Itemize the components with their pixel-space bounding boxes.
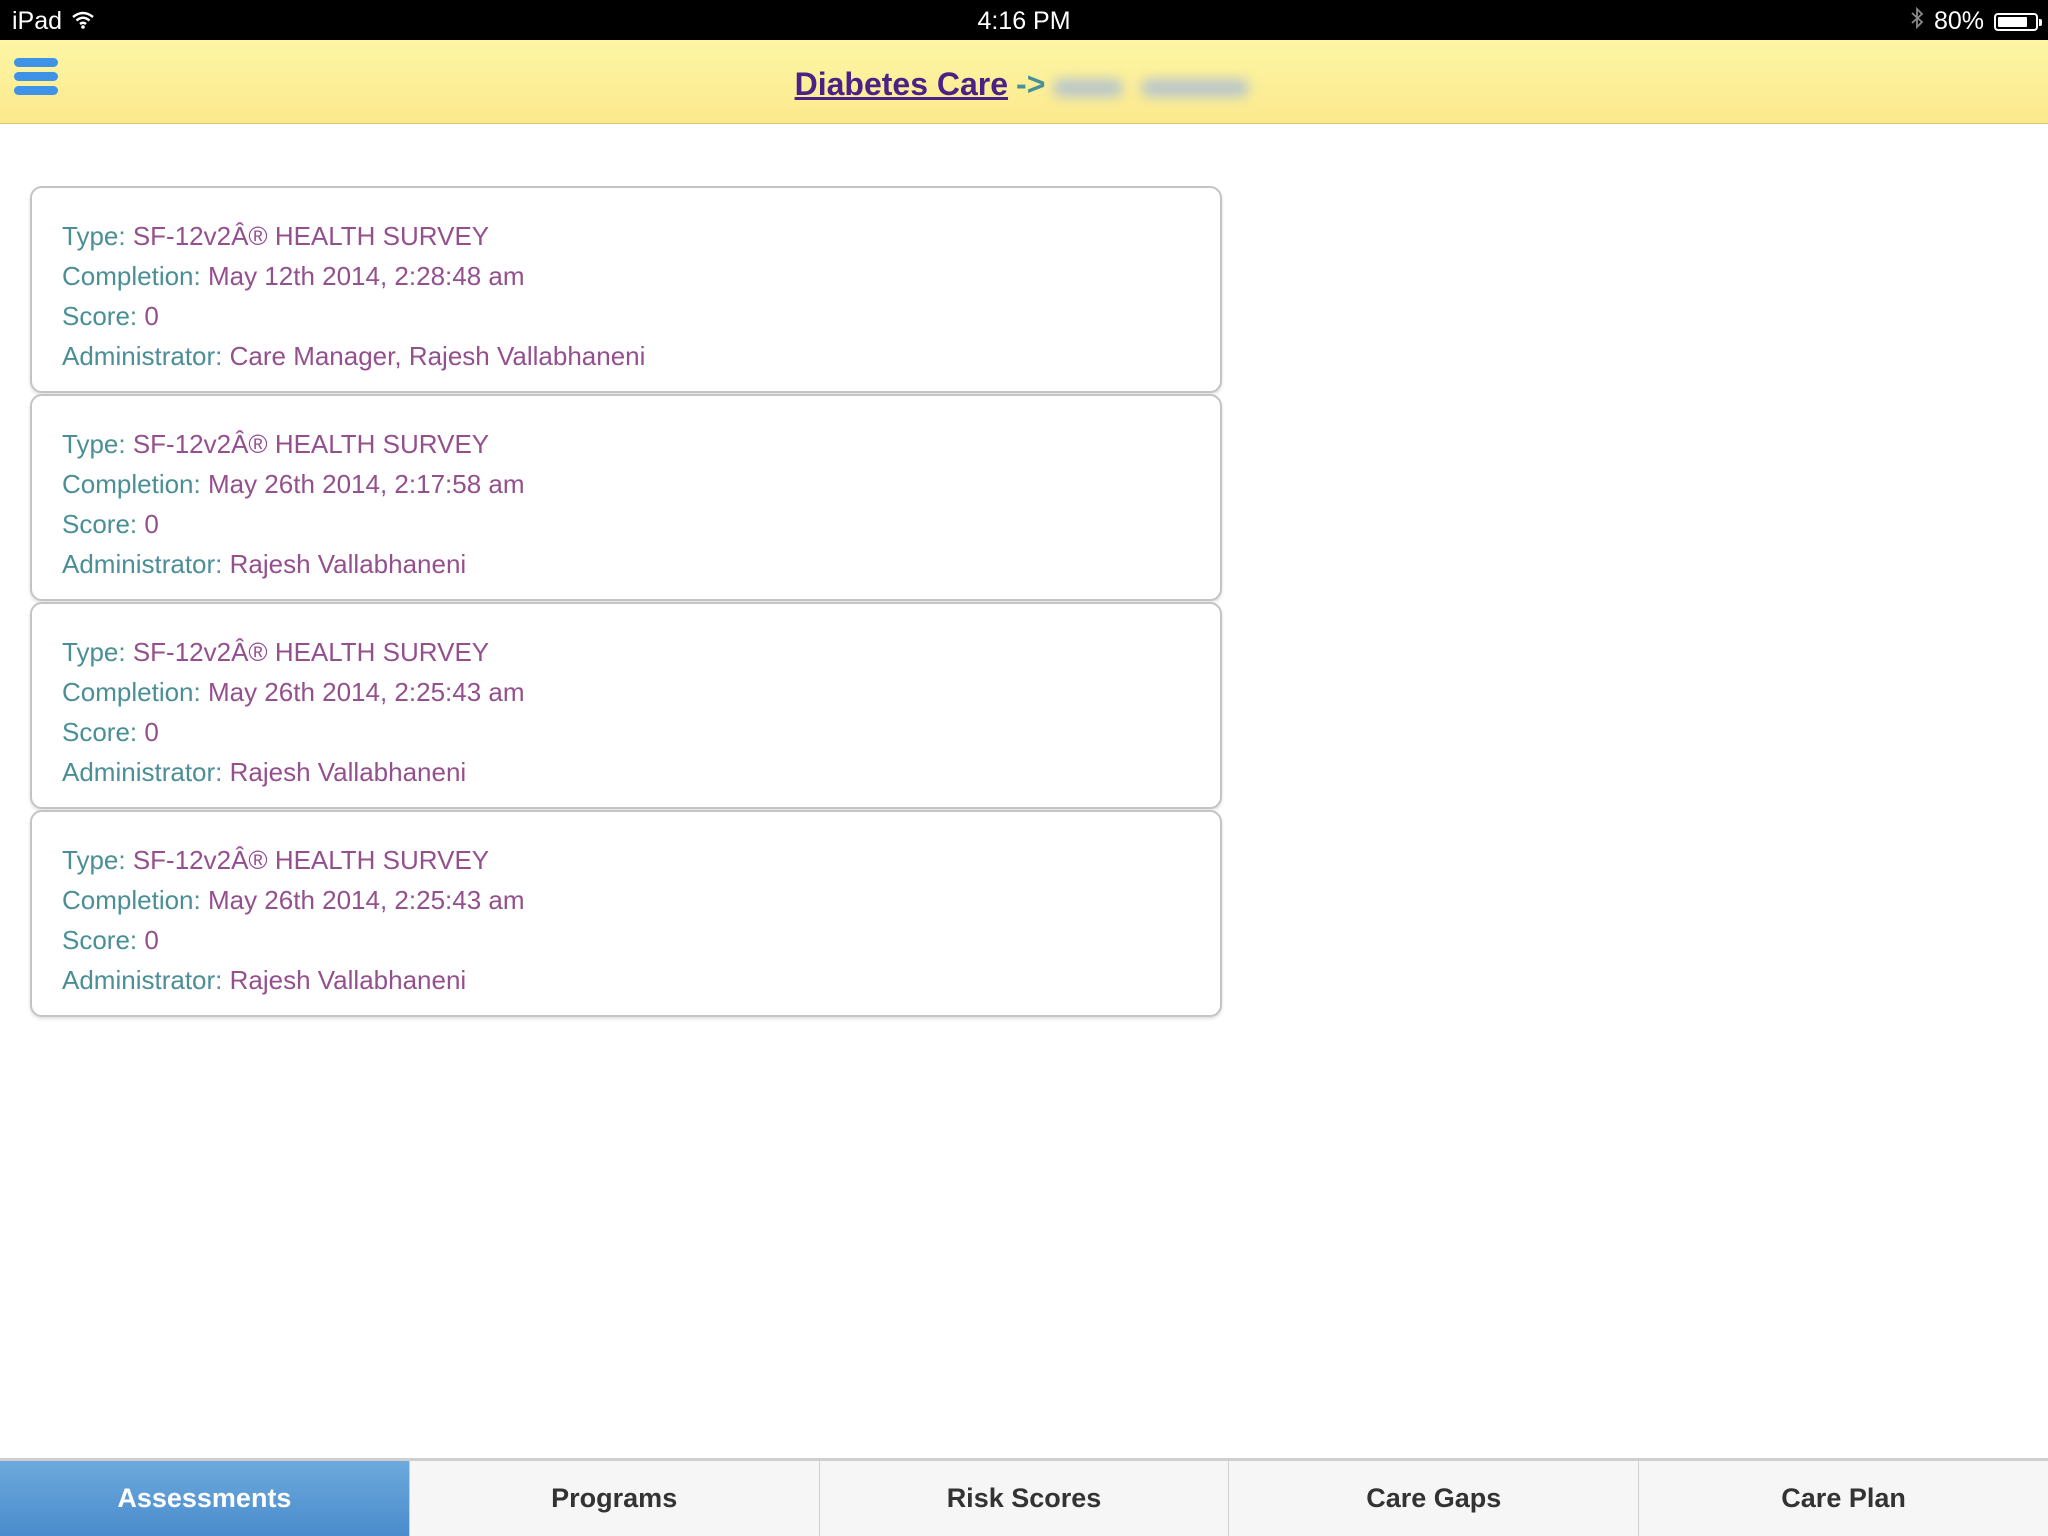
assessment-type: Type: SF-12v2Â® HEALTH SURVEY (62, 840, 1190, 880)
status-time: 4:16 PM (977, 7, 1071, 35)
tab-risk-scores[interactable]: Risk Scores (819, 1461, 1230, 1536)
breadcrumb-program-link[interactable]: Diabetes Care (795, 66, 1008, 102)
type-value: SF-12v2Â® HEALTH SURVEY (132, 845, 490, 875)
battery-percent: 80% (1933, 7, 1984, 35)
tab-care-plan[interactable]: Care Plan (1639, 1461, 2048, 1536)
score-label: Score: (62, 717, 145, 747)
completion-label: Completion: (62, 261, 208, 291)
score-label: Score: (62, 925, 145, 955)
assessment-score: Score: 0 (62, 712, 1190, 752)
type-label: Type: (62, 429, 133, 459)
app-header: Diabetes Care -> (0, 40, 2048, 124)
assessment-card[interactable]: Type: SF-12v2Â® HEALTH SURVEY Completion… (30, 394, 1222, 601)
bottom-tab-bar: Assessments Programs Risk Scores Care Ga… (0, 1458, 2048, 1536)
type-label: Type: (62, 637, 133, 667)
tab-care-gaps[interactable]: Care Gaps (1229, 1461, 1640, 1536)
assessment-score: Score: 0 (62, 920, 1190, 960)
administrator-value: Rajesh Vallabhaneni (229, 549, 467, 579)
breadcrumb-patient-name-redacted (1053, 73, 1253, 101)
battery-icon (1994, 12, 2042, 31)
bluetooth-icon (1910, 6, 1924, 36)
assessment-card[interactable]: Type: SF-12v2Â® HEALTH SURVEY Completion… (30, 186, 1222, 393)
assessment-administrator: Administrator: Care Manager, Rajesh Vall… (62, 336, 1190, 376)
assessment-type: Type: SF-12v2Â® HEALTH SURVEY (62, 216, 1190, 256)
assessment-administrator: Administrator: Rajesh Vallabhaneni (62, 544, 1190, 584)
completion-value: May 26th 2014, 2:25:43 am (207, 677, 525, 707)
assessment-completion: Completion: May 12th 2014, 2:28:48 am (62, 256, 1190, 296)
status-bar: iPad 4:16 PM 80% (0, 0, 2048, 40)
administrator-label: Administrator: (62, 965, 230, 995)
assessment-type: Type: SF-12v2Â® HEALTH SURVEY (62, 424, 1190, 464)
tab-programs[interactable]: Programs (409, 1461, 820, 1536)
completion-label: Completion: (62, 885, 208, 915)
assessment-score: Score: 0 (62, 296, 1190, 336)
assessment-administrator: Administrator: Rajesh Vallabhaneni (62, 960, 1190, 1000)
assessment-completion: Completion: May 26th 2014, 2:25:43 am (62, 880, 1190, 920)
score-value: 0 (144, 925, 159, 955)
type-label: Type: (62, 221, 133, 251)
administrator-value: Rajesh Vallabhaneni (229, 965, 467, 995)
type-label: Type: (62, 845, 133, 875)
type-value: SF-12v2Â® HEALTH SURVEY (132, 221, 490, 251)
assessment-list: Type: SF-12v2Â® HEALTH SURVEY Completion… (30, 186, 1222, 1018)
breadcrumb-arrow: -> (1016, 66, 1046, 102)
assessment-administrator: Administrator: Rajesh Vallabhaneni (62, 752, 1190, 792)
assessment-completion: Completion: May 26th 2014, 2:17:58 am (62, 464, 1190, 504)
score-value: 0 (144, 509, 159, 539)
completion-label: Completion: (62, 677, 208, 707)
completion-value: May 26th 2014, 2:25:43 am (207, 885, 525, 915)
score-value: 0 (144, 717, 159, 747)
assessment-card[interactable]: Type: SF-12v2Â® HEALTH SURVEY Completion… (30, 810, 1222, 1017)
administrator-value: Care Manager, Rajesh Vallabhaneni (229, 341, 646, 371)
tab-assessments[interactable]: Assessments (0, 1461, 410, 1536)
score-value: 0 (144, 301, 159, 331)
battery-tip (2039, 18, 2042, 26)
completion-value: May 12th 2014, 2:28:48 am (207, 261, 525, 291)
breadcrumb: Diabetes Care -> (0, 66, 2048, 103)
assessment-completion: Completion: May 26th 2014, 2:25:43 am (62, 672, 1190, 712)
score-label: Score: (62, 301, 145, 331)
battery-fill (1998, 16, 2027, 27)
status-right: 80% (1910, 6, 2042, 36)
type-value: SF-12v2Â® HEALTH SURVEY (132, 429, 490, 459)
administrator-label: Administrator: (62, 549, 230, 579)
assessment-type: Type: SF-12v2Â® HEALTH SURVEY (62, 632, 1190, 672)
app-screen: iPad 4:16 PM 80% Diabetes Care -> Type: … (0, 0, 2048, 1536)
completion-value: May 26th 2014, 2:17:58 am (207, 469, 525, 499)
administrator-label: Administrator: (62, 341, 230, 371)
score-label: Score: (62, 509, 145, 539)
assessment-card[interactable]: Type: SF-12v2Â® HEALTH SURVEY Completion… (30, 602, 1222, 809)
administrator-value: Rajesh Vallabhaneni (229, 757, 467, 787)
type-value: SF-12v2Â® HEALTH SURVEY (132, 637, 490, 667)
completion-label: Completion: (62, 469, 208, 499)
assessment-score: Score: 0 (62, 504, 1190, 544)
administrator-label: Administrator: (62, 757, 230, 787)
